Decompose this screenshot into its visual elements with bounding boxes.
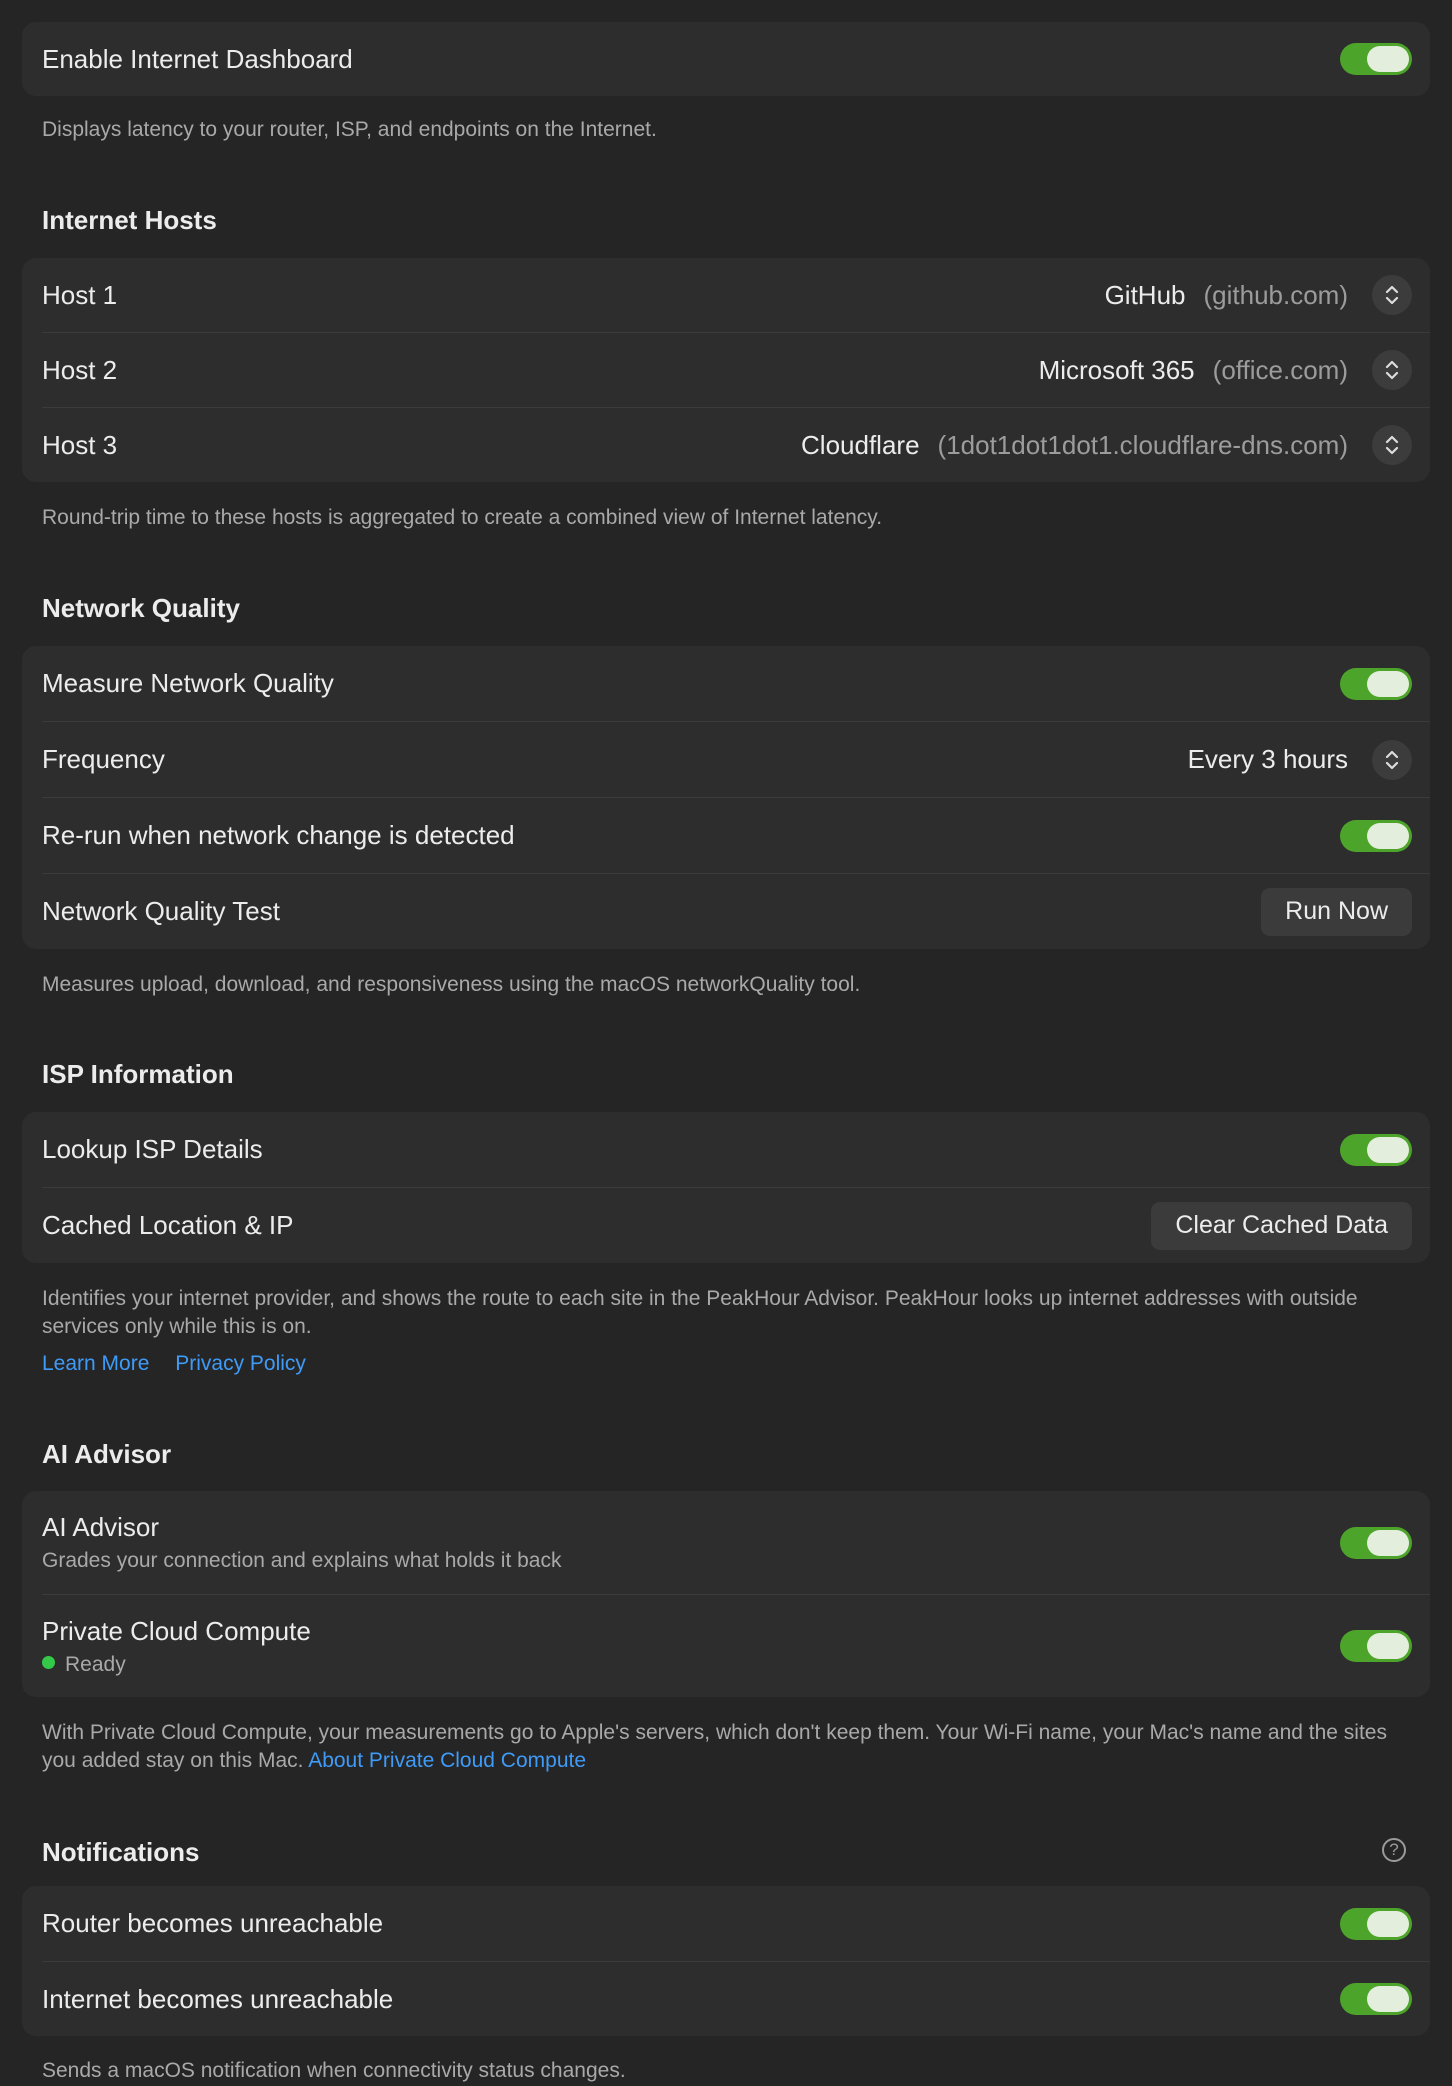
ai-advisor-footnote-text: With Private Cloud Compute, your measure…	[42, 1721, 1387, 1772]
router-unreachable-label: Router becomes unreachable	[42, 1908, 384, 1938]
run-now-button[interactable]: Run Now	[1261, 887, 1412, 936]
enable-dashboard-label: Enable Internet Dashboard	[42, 43, 353, 74]
frequency-picker[interactable]: Every 3 hours	[1187, 739, 1412, 780]
frequency-row: Frequency Every 3 hours	[42, 722, 1412, 797]
host-1-name: GitHub	[1104, 279, 1186, 310]
pcc-status: Ready	[42, 1653, 311, 1677]
internet-unreachable-row: Internet becomes unreachable	[42, 1962, 1412, 2036]
help-icon[interactable]: ?	[1382, 1838, 1406, 1862]
pcc-row: Private Cloud Compute Ready	[42, 1595, 1412, 1697]
ai-advisor-card: AI Advisor Grades your connection and ex…	[22, 1491, 1430, 1697]
chevron-up-down-icon[interactable]	[1372, 425, 1412, 465]
enable-dashboard-row: Enable Internet Dashboard	[42, 22, 1412, 96]
internet-hosts-footnote: Round-trip time to these hosts is aggreg…	[42, 506, 883, 529]
clear-cached-data-button[interactable]: Clear Cached Data	[1151, 1201, 1412, 1250]
cached-location-label: Cached Location & IP	[42, 1210, 294, 1240]
pcc-status-text: Ready	[65, 1652, 126, 1676]
isp-info-card: Lookup ISP Details Cached Location & IP …	[22, 1112, 1430, 1263]
quality-test-label: Network Quality Test	[42, 896, 280, 926]
privacy-policy-link[interactable]: Privacy Policy	[175, 1352, 306, 1375]
router-unreachable-row: Router becomes unreachable	[42, 1886, 1412, 1961]
host-1-picker[interactable]: GitHub (github.com)	[1105, 275, 1412, 315]
host-1-domain: (github.com)	[1203, 279, 1349, 310]
router-unreachable-toggle[interactable]	[1340, 1907, 1412, 1940]
enable-dashboard-toggle[interactable]	[1340, 43, 1412, 75]
ai-advisor-row: AI Advisor Grades your connection and ex…	[42, 1491, 1412, 1594]
status-dot-icon	[42, 1656, 55, 1670]
lookup-isp-label: Lookup ISP Details	[42, 1134, 263, 1164]
notifications-card: Router becomes unreachable Internet beco…	[22, 1886, 1430, 2036]
ai-advisor-footnote: With Private Cloud Compute, your measure…	[42, 1719, 1412, 1775]
notifications-title: Notifications	[42, 1837, 200, 1867]
internet-hosts-card: Host 1 GitHub (github.com) Host 2 Micros…	[22, 258, 1430, 482]
measure-network-quality-toggle[interactable]	[1340, 667, 1412, 700]
rerun-label: Re-run when network change is detected	[42, 820, 515, 850]
host-3-label: Host 3	[42, 429, 118, 460]
measure-row: Measure Network Quality	[42, 646, 1412, 721]
frequency-label: Frequency	[42, 744, 165, 774]
host-2-name: Microsoft 365	[1038, 354, 1195, 385]
chevron-up-down-icon[interactable]	[1372, 739, 1412, 780]
isp-info-footnote: Identifies your internet provider, and s…	[42, 1287, 1358, 1338]
host-1-label: Host 1	[42, 279, 118, 310]
chevron-up-down-icon[interactable]	[1372, 350, 1412, 390]
host-3-domain: (1dot1dot1dot1.cloudflare-dns.com)	[937, 429, 1348, 460]
learn-more-link[interactable]: Learn More	[42, 1352, 149, 1375]
cached-location-row: Cached Location & IP Clear Cached Data	[42, 1188, 1412, 1263]
host-3-name: Cloudflare	[801, 429, 920, 460]
isp-links: Learn More Privacy Policy	[42, 1350, 1412, 1378]
rerun-row: Re-run when network change is detected	[42, 798, 1412, 873]
network-quality-card: Measure Network Quality Frequency Every …	[22, 646, 1430, 949]
host-2-domain: (office.com)	[1212, 354, 1348, 385]
network-quality-title: Network Quality	[42, 593, 240, 623]
ai-advisor-label: AI Advisor	[42, 1512, 160, 1542]
chevron-up-down-icon[interactable]	[1372, 275, 1412, 315]
internet-unreachable-label: Internet becomes unreachable	[42, 1983, 394, 2014]
about-pcc-link[interactable]: About Private Cloud Compute	[308, 1749, 586, 1772]
ai-advisor-toggle[interactable]	[1340, 1526, 1412, 1559]
host-row-3: Host 3 Cloudflare (1dot1dot1dot1.cloudfl…	[42, 408, 1412, 482]
isp-info-title: ISP Information	[42, 1059, 234, 1089]
lookup-isp-toggle[interactable]	[1340, 1133, 1412, 1166]
host-row-1: Host 1 GitHub (github.com)	[42, 258, 1412, 332]
lookup-isp-row: Lookup ISP Details	[42, 1112, 1412, 1187]
dashboard-footnote: Displays latency to your router, ISP, an…	[42, 118, 657, 141]
internet-hosts-title: Internet Hosts	[42, 205, 217, 235]
rerun-toggle[interactable]	[1340, 819, 1412, 852]
ai-advisor-title: AI Advisor	[42, 1439, 172, 1469]
ai-advisor-sublabel: Grades your connection and explains what…	[42, 1549, 562, 1572]
measure-network-quality-label: Measure Network Quality	[42, 668, 334, 698]
frequency-value: Every 3 hours	[1187, 744, 1348, 774]
host-3-picker[interactable]: Cloudflare (1dot1dot1dot1.cloudflare-dns…	[801, 425, 1412, 465]
internet-unreachable-toggle[interactable]	[1340, 1983, 1412, 2015]
network-quality-footnote: Measures upload, download, and responsiv…	[42, 973, 861, 996]
host-2-picker[interactable]: Microsoft 365 (office.com)	[1039, 350, 1412, 390]
quality-test-row: Network Quality Test Run Now	[42, 874, 1412, 949]
notifications-footnote: Sends a macOS notification when connecti…	[42, 2059, 626, 2082]
pcc-toggle[interactable]	[1340, 1630, 1412, 1662]
host-row-2: Host 2 Microsoft 365 (office.com)	[42, 333, 1412, 407]
dashboard-card: Enable Internet Dashboard	[22, 22, 1430, 96]
pcc-label: Private Cloud Compute	[42, 1615, 311, 1646]
host-2-label: Host 2	[42, 354, 118, 385]
